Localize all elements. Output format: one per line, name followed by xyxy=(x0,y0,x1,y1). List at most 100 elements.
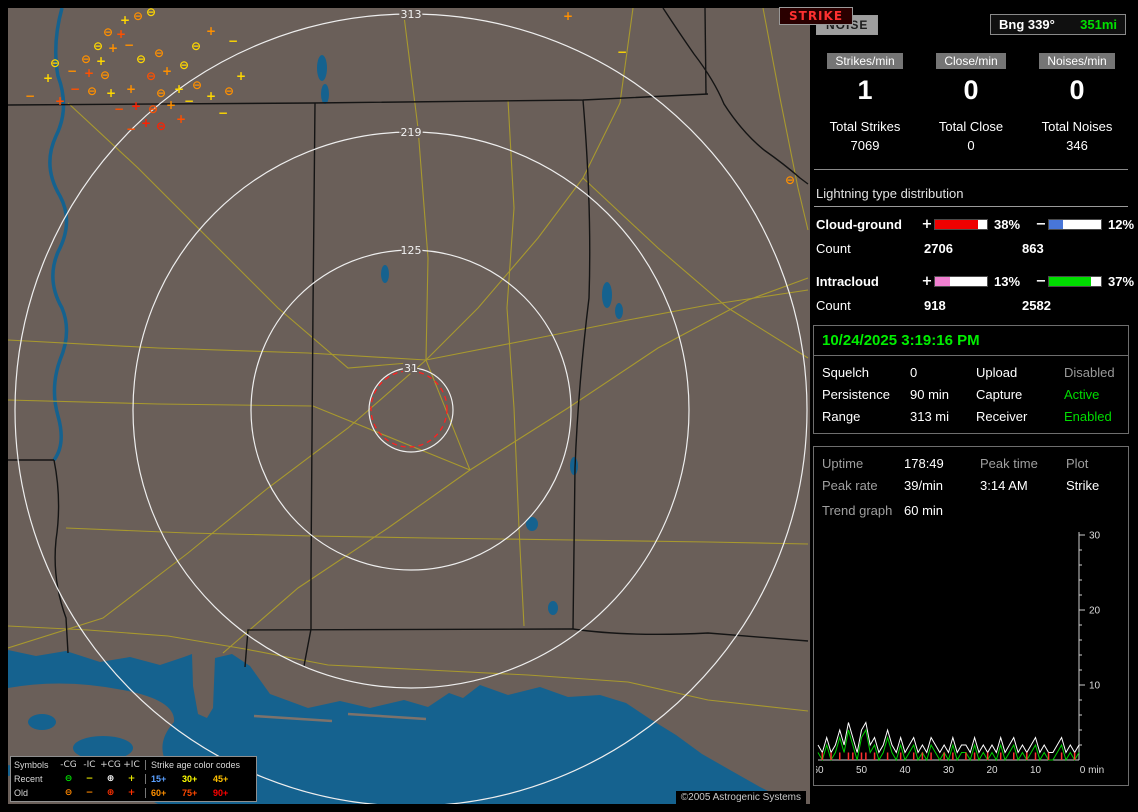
section-divider xyxy=(814,169,1128,170)
close-per-min-value: 0 xyxy=(963,75,979,105)
legend-symbol: ⊖ xyxy=(64,774,73,784)
trend-graph-label: Trend graph xyxy=(822,503,893,518)
total-strikes-value: 7069 xyxy=(850,138,880,153)
intracloud-label: Intracloud xyxy=(816,274,879,289)
legend-col-neg-cg: -CG xyxy=(60,760,77,770)
map-panel: 313 219 125 31 + ⊖ ⊖ ⊖ + ⊖ + − ⊖ + ⊖ ⊖ − + ⊖ ⊖ + ⊖ + ⊖ − ⊖ + + ⊖… xyxy=(8,8,810,804)
bearing-label: Bng 339° xyxy=(999,17,1055,32)
legend-col-pos-cg: +CG xyxy=(100,760,121,770)
legend-symbol: − xyxy=(85,774,94,784)
svg-text:10: 10 xyxy=(1030,765,1042,776)
strikes-rate-column: Strikes/min 1 Total Strikes 7069 xyxy=(812,53,918,153)
cg-negative-bar xyxy=(1048,219,1102,230)
legend-age-code: 60+ xyxy=(151,788,167,798)
status-rows: Squelch 0 Upload Disabled Persistence 90… xyxy=(814,356,1128,433)
svg-text:20: 20 xyxy=(986,765,998,776)
svg-text:30: 30 xyxy=(1089,531,1101,542)
range-label: Range xyxy=(822,409,861,424)
cloud-ground-row: Cloud-ground + 38% − 12% xyxy=(814,217,1134,232)
peak-rate-value: 39/min xyxy=(904,478,944,493)
persistence-value: 90 min xyxy=(910,387,950,402)
noises-per-min-value: 0 xyxy=(1069,75,1085,105)
legend-age-code: 45+ xyxy=(213,774,229,784)
minus-sign: − xyxy=(1035,217,1047,232)
legend-col-neg-ic: -IC xyxy=(83,760,96,770)
legend-symbol: + xyxy=(127,788,136,798)
uptime-value: 178:49 xyxy=(904,456,944,471)
squelch-label: Squelch xyxy=(822,365,869,380)
svg-text:30: 30 xyxy=(943,765,955,776)
legend-symbol: ⊕ xyxy=(106,774,115,784)
trend-chart: 30 20 10 60 50 40 30 20 10 0 min xyxy=(816,531,1104,777)
legend-old-row: Old ⊖ − ⊕ + 60+ 75+ 90+ xyxy=(14,786,253,800)
range-value: 313 mi xyxy=(910,409,950,424)
strikes-per-min-label: Strikes/min xyxy=(827,53,903,69)
strike-indicator-button[interactable]: STRIKE xyxy=(778,6,854,25)
sidebar: STRIKE NOISE Bng 339° 351mi Strikes/min … xyxy=(778,6,1134,804)
close-rate-column: Close/min 0 Total Close 0 xyxy=(918,53,1024,153)
total-noises-label: Total Noises xyxy=(1041,119,1113,134)
legend-symbol: − xyxy=(85,788,94,798)
cg-negative-pct: 12% xyxy=(1108,217,1135,232)
noises-per-min-label: Noises/min xyxy=(1039,53,1115,69)
total-close-label: Total Close xyxy=(938,119,1004,134)
cg-count-label: Count xyxy=(816,241,851,256)
datetime-display: 10/24/2025 3:19:16 PM xyxy=(814,326,1128,356)
ring-label-125: 125 xyxy=(401,244,422,257)
svg-text:10: 10 xyxy=(1089,681,1101,692)
legend-symbol: + xyxy=(127,774,136,784)
svg-text:40: 40 xyxy=(899,765,911,776)
legend-age-code: 75+ xyxy=(182,788,198,798)
indicator-bar: STRIKE NOISE Bng 339° 351mi xyxy=(778,6,1126,35)
legend-recent-row: Recent ⊖ − ⊕ + 15+ 30+ 45+ xyxy=(14,772,253,786)
legend-age-row-1: 15+ 30+ 45+ xyxy=(145,774,253,784)
squelch-value: 0 xyxy=(910,365,918,380)
ic-negative-bar xyxy=(1048,276,1102,287)
ic-positive-pct: 13% xyxy=(994,274,1021,289)
peak-time-label: Peak time xyxy=(980,456,1038,471)
ring-label-313: 313 xyxy=(401,8,422,21)
intracloud-count-row: Count 918 2582 xyxy=(814,298,1128,313)
legend-header-row: Symbols -CG -IC +CG +IC Strike age color… xyxy=(14,758,253,772)
legend-symbols-header: Symbols xyxy=(14,760,49,770)
plot-value: Strike xyxy=(1066,478,1100,493)
legend-age-row-2: 60+ 75+ 90+ xyxy=(145,788,253,798)
legend-symbol: ⊕ xyxy=(106,788,115,798)
upload-value: Disabled xyxy=(1064,365,1115,380)
legend-old-symbols: ⊖ − ⊕ + xyxy=(58,788,142,798)
ring-label-31: 31 xyxy=(404,362,418,375)
bearing-box: Bng 339° 351mi xyxy=(990,14,1126,35)
cloud-ground-label: Cloud-ground xyxy=(816,217,902,232)
cg-positive-pct: 38% xyxy=(994,217,1021,232)
copyright-credit: ©2005 Astrogenic Systems xyxy=(675,791,806,804)
map-legend: Symbols -CG -IC +CG +IC Strike age color… xyxy=(10,756,257,802)
distribution-section: Lightning type distribution Cloud-ground… xyxy=(814,184,1134,313)
strikes-per-min-value: 1 xyxy=(857,75,873,105)
ic-positive-bar xyxy=(934,276,988,287)
cloud-ground-count-row: Count 2706 863 xyxy=(814,241,1128,256)
total-strikes-label: Total Strikes xyxy=(829,119,901,134)
legend-age-code: 15+ xyxy=(151,774,167,784)
legend-age-code: 30+ xyxy=(182,774,198,784)
ic-negative-count: 2582 xyxy=(1022,298,1051,313)
svg-text:0 min: 0 min xyxy=(1080,765,1104,776)
total-noises-value: 346 xyxy=(1066,138,1088,153)
intracloud-row: Intracloud + 13% − 37% xyxy=(814,274,1134,289)
peak-time-value: 3:14 AM xyxy=(980,478,1028,493)
ic-positive-count: 918 xyxy=(924,298,946,313)
distribution-title: Lightning type distribution xyxy=(814,184,1128,207)
legend-old-label: Old xyxy=(14,788,29,798)
svg-text:20: 20 xyxy=(1089,606,1101,617)
rate-boxes: Strikes/min 1 Total Strikes 7069 Close/m… xyxy=(812,53,1130,153)
persistence-label: Persistence xyxy=(822,387,890,402)
plus-sign: + xyxy=(921,274,933,289)
ic-negative-pct: 37% xyxy=(1108,274,1135,289)
cg-positive-count: 2706 xyxy=(924,241,953,256)
ring-label-219: 219 xyxy=(401,126,422,139)
app-window: 313 219 125 31 + ⊖ ⊖ ⊖ + ⊖ + − ⊖ + ⊖ ⊖ − + ⊖ ⊖ + ⊖ + ⊖ − ⊖ + + ⊖… xyxy=(0,0,1138,812)
legend-col-pos-ic: +IC xyxy=(123,760,140,770)
cg-negative-count: 863 xyxy=(1022,241,1044,256)
noises-rate-column: Noises/min 0 Total Noises 346 xyxy=(1024,53,1130,153)
bearing-range: 351mi xyxy=(1080,17,1117,32)
legend-symbol: ⊖ xyxy=(64,788,73,798)
